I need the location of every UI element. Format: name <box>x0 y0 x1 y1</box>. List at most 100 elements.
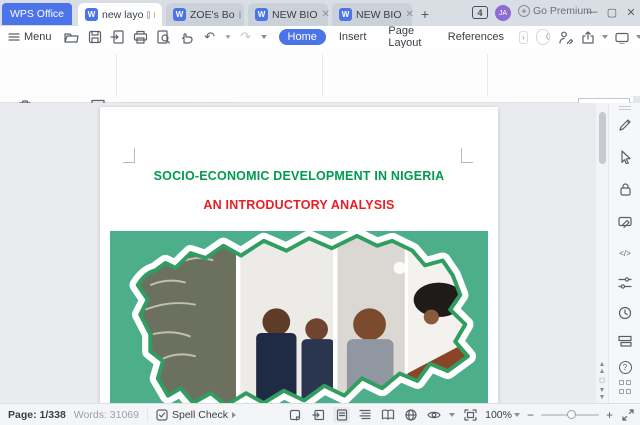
history-clock-icon[interactable] <box>617 305 633 321</box>
settings-sliders-icon[interactable] <box>617 275 633 291</box>
search-placeholder: Click to find com... <box>546 32 550 43</box>
margin-crop-mark <box>123 148 135 163</box>
scrollbar-thumb[interactable] <box>599 112 606 164</box>
zoom-slider[interactable] <box>541 414 599 416</box>
chevron-right-icon <box>232 412 236 418</box>
fullscreen-icon[interactable] <box>620 407 636 423</box>
page-view-button[interactable] <box>333 407 350 423</box>
zoom-level-value: 100% <box>485 409 512 421</box>
print-icon[interactable] <box>133 29 149 45</box>
zoom-out-button[interactable]: − <box>527 408 534 422</box>
page-indicator: Page: 1/338 <box>8 409 66 421</box>
sidebar-handle[interactable] <box>619 106 631 110</box>
new-tab-button[interactable]: + <box>416 5 434 23</box>
premium-icon: ◈ <box>518 5 530 17</box>
web-layout-icon[interactable] <box>403 407 419 423</box>
spell-check-label: Spell Check <box>172 409 228 421</box>
nigeria-collage-image[interactable] <box>110 231 488 403</box>
next-page-button[interactable]: ▼▼ <box>596 387 608 401</box>
vertical-scrollbar[interactable]: ▲▲ ◻ ▼▼ <box>596 103 608 403</box>
document-tab-2[interactable]: W ZOE's Bo <box>166 3 244 26</box>
writer-doc-icon: W <box>255 8 268 21</box>
group-separator <box>487 54 488 96</box>
wps-office-button[interactable]: WPS Office <box>2 3 72 25</box>
eye-protect-icon[interactable] <box>426 407 442 423</box>
margin-crop-mark <box>461 148 473 163</box>
writer-doc-icon: W <box>339 8 352 21</box>
share-icon[interactable] <box>580 29 596 45</box>
window-count-badge[interactable]: 4 <box>472 6 488 19</box>
word-count: Words: 31069 <box>74 409 139 421</box>
save-state-icon <box>239 11 241 19</box>
select-browse-object-button[interactable]: ◻ <box>596 377 608 384</box>
help-icon[interactable]: ? <box>619 361 632 374</box>
close-button[interactable]: ✕ <box>623 4 639 20</box>
save-icon[interactable] <box>87 29 103 45</box>
upload-cloud-icon[interactable] <box>614 29 630 45</box>
zoom-slider-knob[interactable] <box>567 410 576 419</box>
document-area: SOCIO-ECONOMIC DEVELOPMENT IN NIGERIA AN… <box>0 103 596 403</box>
menu-button[interactable]: Menu <box>0 31 60 43</box>
share-dropdown-icon[interactable] <box>602 35 608 39</box>
document-tab-label: new layo <box>102 9 143 21</box>
print-preview-icon[interactable] <box>156 29 172 45</box>
export-pdf-icon[interactable] <box>110 29 126 45</box>
eye-protect-dropdown-icon[interactable] <box>449 413 455 417</box>
document-title-line-2: AN INTRODUCTORY ANALYSIS <box>100 198 498 212</box>
tab-home[interactable]: Home <box>279 29 326 45</box>
edit-mode-icon[interactable] <box>558 29 574 45</box>
lock-icon[interactable] <box>617 181 633 197</box>
command-search-input[interactable]: Click to find com... <box>536 29 550 45</box>
switch-window-icon[interactable] <box>310 407 326 423</box>
hand-tool-icon[interactable] <box>179 29 195 45</box>
separator <box>147 409 148 421</box>
hamburger-icon <box>8 31 20 43</box>
code-icon[interactable]: </> <box>617 245 633 261</box>
minimize-button[interactable]: — <box>584 4 600 20</box>
maximize-button[interactable]: ▢ <box>604 4 620 20</box>
document-tab-label: NEW BIO <box>272 9 318 21</box>
avatar[interactable]: JA <box>495 5 511 21</box>
group-separator <box>116 54 117 96</box>
close-tab-icon[interactable]: ✕ <box>406 9 414 20</box>
select-cursor-icon[interactable] <box>617 149 633 165</box>
apps-grid-icon[interactable] <box>617 379 633 395</box>
checkbox-check-icon <box>156 409 168 421</box>
open-file-icon[interactable] <box>64 29 80 45</box>
document-title-line-1: SOCIO-ECONOMIC DEVELOPMENT IN NIGERIA <box>100 169 498 183</box>
spell-check-toggle[interactable]: Spell Check <box>156 409 236 421</box>
edit-pen-icon[interactable] <box>617 117 633 133</box>
writer-doc-icon: W <box>173 8 186 21</box>
upload-dropdown-icon[interactable] <box>636 35 640 39</box>
chevron-down-icon <box>514 413 520 417</box>
document-tab-label: NEW BIO <box>356 9 402 21</box>
menu-bar: Menu ↶ ↷ Home Insert Page Layout Referen… <box>0 26 640 48</box>
right-sidebar: </> ? <box>608 103 640 403</box>
redo-icon[interactable]: ↷ <box>238 29 254 45</box>
task-window-icon[interactable] <box>287 407 303 423</box>
read-mode-icon[interactable] <box>380 407 396 423</box>
ribbon: Paste Cut Copy Format Painter Calibri 10… <box>0 48 640 103</box>
document-page[interactable]: SOCIO-ECONOMIC DEVELOPMENT IN NIGERIA AN… <box>100 107 498 403</box>
document-tab-1[interactable]: W new layo <box>78 3 162 26</box>
undo-dropdown-icon[interactable] <box>225 35 230 38</box>
writer-doc-icon: W <box>85 8 98 21</box>
close-tab-icon[interactable]: ✕ <box>322 9 330 20</box>
more-tabs-button[interactable]: › <box>519 31 528 44</box>
status-bar: Page: 1/338 Words: 31069 Spell Check 100… <box>0 403 640 425</box>
tab-insert[interactable]: Insert <box>330 29 376 45</box>
layers-panel-icon[interactable] <box>617 333 633 349</box>
nigeria-map-graphic <box>110 231 488 403</box>
fit-page-icon[interactable] <box>462 407 478 423</box>
go-premium-button[interactable]: ◈ Go Premium <box>518 5 592 17</box>
tag-edit-icon[interactable] <box>617 213 633 229</box>
undo-icon[interactable]: ↶ <box>202 29 218 45</box>
zoom-in-button[interactable]: + <box>606 408 613 422</box>
tab-references[interactable]: References <box>439 29 513 45</box>
customize-toolbar-icon[interactable] <box>261 35 267 39</box>
previous-page-button[interactable]: ▲▲ <box>596 361 608 375</box>
zoom-level-button[interactable]: 100% <box>485 409 520 421</box>
group-separator <box>322 54 323 96</box>
tab-page-layout[interactable]: Page Layout <box>379 23 434 51</box>
outline-view-icon[interactable] <box>357 407 373 423</box>
